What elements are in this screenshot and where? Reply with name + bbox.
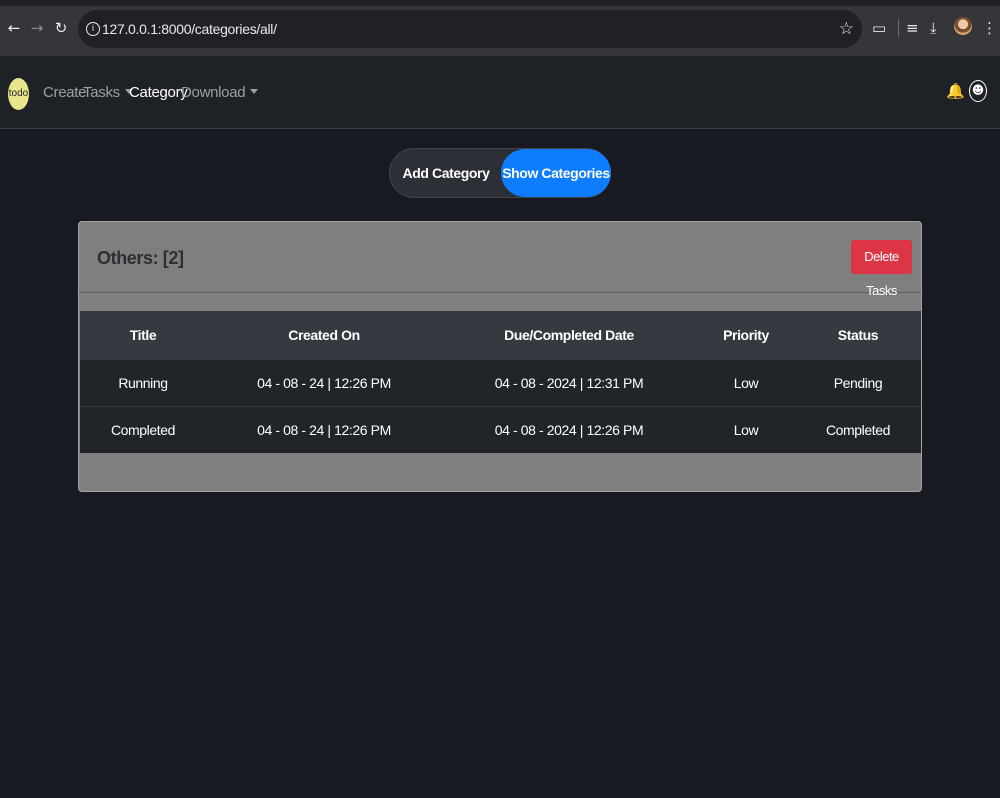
cell-status: Pending bbox=[833, 375, 883, 391]
nav-link-label: Tasks bbox=[83, 84, 120, 101]
nav-link-label: Category bbox=[129, 84, 188, 101]
reading-list-icon[interactable]: ≡ bbox=[906, 18, 919, 38]
delete-tasks-button[interactable]: Delete Tasks bbox=[851, 240, 912, 298]
reload-icon[interactable]: ↻ bbox=[52, 19, 70, 37]
extensions-icon[interactable]: ▭ bbox=[872, 18, 886, 38]
forward-icon[interactable]: → bbox=[28, 19, 46, 37]
table-header: Title Created On Due/Completed Date Prio… bbox=[80, 311, 921, 359]
category-card: Others: [2] Delete Tasks Title Created O… bbox=[78, 221, 922, 492]
profile-avatar[interactable] bbox=[954, 17, 972, 35]
add-category-button[interactable]: Add Category bbox=[390, 149, 502, 197]
nav-link-label: Create bbox=[43, 84, 87, 101]
tasks-table: Title Created On Due/Completed Date Prio… bbox=[80, 311, 921, 453]
cell-priority: Low bbox=[733, 422, 759, 438]
nav-link-label: Download bbox=[181, 84, 246, 101]
category-toggle: Add Category Show Categories bbox=[389, 148, 611, 198]
column-header-status: Status bbox=[837, 327, 879, 343]
tab-strip bbox=[0, 0, 1000, 6]
back-icon[interactable]: ← bbox=[5, 19, 23, 37]
cell-title: Completed bbox=[110, 422, 176, 438]
nav-link-tasks[interactable]: Tasks bbox=[83, 84, 133, 101]
card-title: Others: [2] bbox=[97, 248, 184, 268]
url-text[interactable]: 127.0.0.1:8000/categories/all/ bbox=[102, 21, 277, 37]
download-icon[interactable]: ⤓ bbox=[930, 18, 937, 38]
menu-icon[interactable]: ⋮ bbox=[982, 18, 997, 38]
cell-status: Completed bbox=[825, 422, 891, 438]
column-header-created-on: Created On bbox=[288, 327, 360, 343]
site-info-icon[interactable]: i bbox=[86, 22, 100, 36]
cell-created-on: 04 - 08 - 24 | 12:26 PM bbox=[257, 422, 391, 438]
caret-down-icon bbox=[250, 89, 259, 94]
nav-link-download[interactable]: Download bbox=[181, 84, 259, 101]
address-bar[interactable]: i 127.0.0.1:8000/categories/all/ ☆ bbox=[78, 10, 862, 48]
cell-title: Running bbox=[118, 375, 168, 391]
column-header-title: Title bbox=[129, 327, 157, 343]
column-header-priority: Priority bbox=[723, 327, 769, 343]
column-header-due-date: Due/Completed Date bbox=[504, 327, 634, 343]
table-row[interactable]: Running 04 - 08 - 24 | 12:26 PM 04 - 08 … bbox=[80, 359, 921, 406]
nav-link-create[interactable]: Create bbox=[43, 84, 87, 101]
user-icon[interactable]: ☻ bbox=[969, 80, 987, 102]
bookmark-star-icon[interactable]: ☆ bbox=[839, 19, 854, 39]
cell-due-date: 04 - 08 - 2024 | 12:26 PM bbox=[494, 422, 644, 438]
app-navbar: todo Create Tasks Category Download 🔔 ☻ bbox=[0, 56, 1000, 129]
logo[interactable]: todo bbox=[8, 78, 29, 110]
show-categories-button[interactable]: Show Categories bbox=[501, 149, 611, 197]
bell-icon[interactable]: 🔔 bbox=[946, 82, 965, 100]
card-header: Others: [2] Delete Tasks bbox=[79, 222, 921, 298]
browser-toolbar: ← → ↻ i 127.0.0.1:8000/categories/all/ ☆… bbox=[0, 0, 1000, 56]
toolbar-divider bbox=[898, 19, 899, 37]
cell-priority: Low bbox=[733, 375, 759, 391]
table-row[interactable]: Completed 04 - 08 - 24 | 12:26 PM 04 - 0… bbox=[80, 406, 921, 453]
cell-due-date: 04 - 08 - 2024 | 12:31 PM bbox=[494, 375, 644, 391]
nav-link-category[interactable]: Category bbox=[129, 84, 188, 101]
cell-created-on: 04 - 08 - 24 | 12:26 PM bbox=[257, 375, 391, 391]
